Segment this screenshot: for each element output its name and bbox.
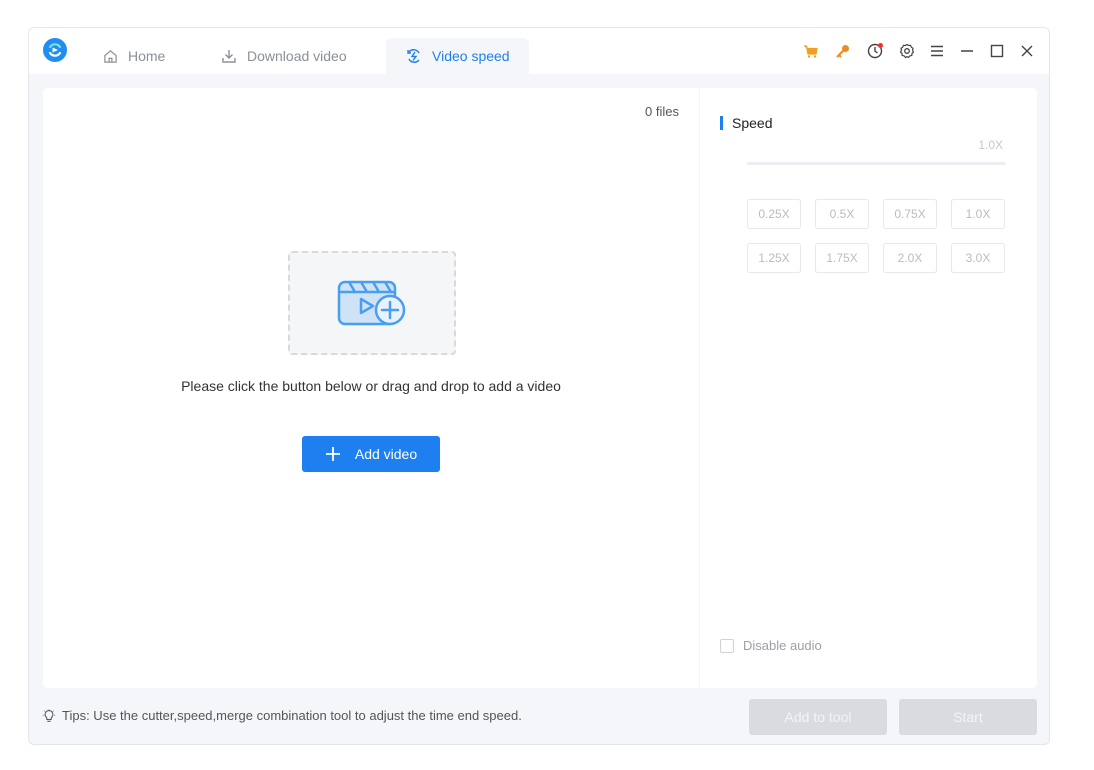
tips-text: Tips: Use the cutter,speed,merge combina… [62, 708, 522, 723]
speed-slider[interactable] [747, 162, 1006, 165]
disable-audio-option[interactable]: Disable audio [720, 638, 822, 653]
menu-icon[interactable] [926, 40, 948, 62]
tab-home[interactable]: Home [87, 38, 165, 74]
cart-icon[interactable] [800, 40, 822, 62]
speed-option-2.0x[interactable]: 2.0X [883, 243, 937, 273]
start-button[interactable]: Start [899, 699, 1037, 735]
speed-heading: Speed [720, 116, 772, 130]
plus-icon [325, 447, 340, 461]
speed-options-grid: 0.25X 0.5X 0.75X 1.0X 1.25X 1.75X 2.0X 3… [747, 199, 1005, 273]
drop-hint-text: Please click the button below or drag an… [181, 378, 561, 394]
maximize-icon[interactable] [986, 40, 1008, 62]
minimize-icon[interactable] [956, 40, 978, 62]
file-count: 0 files [645, 104, 679, 119]
speed-option-1.0x[interactable]: 1.0X [951, 199, 1005, 229]
add-video-label: Add video [354, 446, 418, 462]
speed-option-1.25x[interactable]: 1.25X [747, 243, 801, 273]
video-drop-zone[interactable] [288, 251, 456, 355]
speed-option-0.25x[interactable]: 0.25X [747, 199, 801, 229]
tab-home-label: Home [128, 48, 166, 64]
disable-audio-checkbox[interactable] [720, 638, 734, 653]
download-icon [222, 50, 236, 63]
disable-audio-label: Disable audio [743, 638, 822, 653]
tab-download-video[interactable]: Download video [205, 38, 347, 74]
speed-icon [407, 49, 420, 63]
add-to-tool-button[interactable]: Add to tool [749, 699, 887, 735]
app-logo-icon [43, 38, 67, 62]
settings-gear-icon[interactable] [896, 40, 918, 62]
tab-download-label: Download video [247, 48, 347, 64]
tips-bar: Tips: Use the cutter,speed,merge combina… [42, 708, 522, 723]
speed-option-1.75x[interactable]: 1.75X [815, 243, 869, 273]
speed-settings-panel: Speed 1.0X 0.25X 0.5X 0.75X 1.0X 1.25X 1… [700, 88, 1037, 688]
history-icon[interactable] [864, 40, 886, 62]
speed-option-3.0x[interactable]: 3.0X [951, 243, 1005, 273]
close-icon[interactable] [1016, 40, 1038, 62]
key-icon[interactable] [832, 40, 854, 62]
home-icon [104, 49, 117, 63]
video-list-panel: 0 files Please click the button below or… [43, 88, 699, 688]
title-bar: Home Download video Video speed [29, 28, 1049, 74]
tab-speed-label: Video speed [432, 48, 510, 64]
speed-option-0.5x[interactable]: 0.5X [815, 199, 869, 229]
speed-current-value: 1.0X [978, 138, 1003, 152]
add-video-clip-icon [337, 280, 406, 326]
add-video-button[interactable]: Add video [302, 436, 440, 472]
lightbulb-icon [42, 708, 56, 722]
speed-option-0.75x[interactable]: 0.75X [883, 199, 937, 229]
tab-video-speed[interactable]: Video speed [386, 38, 529, 74]
app-window: Home Download video Video speed 0 files … [28, 27, 1050, 745]
